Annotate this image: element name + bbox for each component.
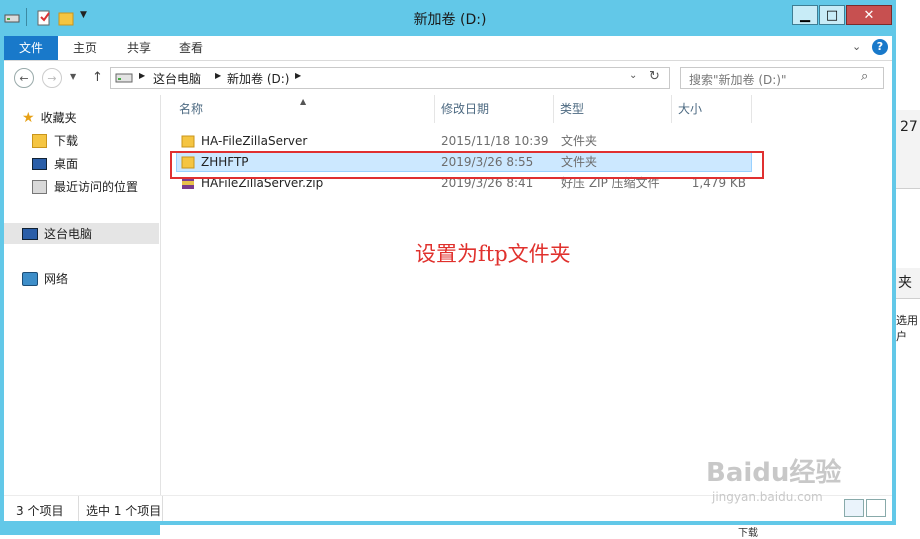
nav-desktop[interactable]: 桌面	[32, 154, 78, 174]
new-folder-icon[interactable]	[58, 9, 74, 27]
quick-access-dropdown-icon[interactable]: ▼	[80, 10, 87, 20]
up-button[interactable]: ↑	[92, 70, 103, 85]
column-header-date[interactable]: 修改日期	[435, 95, 554, 123]
ribbon-tabs: 文件 主页 共享 查看 ⌄ ?	[4, 36, 892, 61]
background-text: 夹	[896, 268, 920, 299]
help-icon[interactable]: ?	[872, 39, 888, 55]
background-window: 27 夹 选用户	[896, 0, 920, 535]
file-row[interactable]: HA-FileZillaServer 2015/11/18 10:39 文件夹	[176, 131, 752, 151]
zip-archive-icon	[181, 176, 195, 196]
watermark-logo: Baidu经验	[706, 458, 842, 488]
column-header-name[interactable]: 名称	[173, 95, 435, 123]
drive-icon	[115, 72, 133, 87]
address-row: ← → ▼ ↑ ▶ 这台电脑 ▶ 新加卷 (D:) ▶ ⌄ ↻ 搜索"新加卷 (…	[4, 61, 892, 95]
background-text: 选用户	[896, 314, 918, 343]
selected-count: 选中 1 个项目	[86, 504, 162, 518]
forward-button[interactable]: →	[42, 68, 62, 88]
background-text: 27	[896, 110, 920, 145]
highlight-box	[170, 151, 764, 179]
search-input[interactable]: 搜索"新加卷 (D:)" ⌕	[680, 67, 884, 89]
recent-places-icon	[32, 180, 47, 194]
star-icon: ★	[22, 110, 35, 126]
breadcrumb-separator-icon[interactable]: ▶	[139, 71, 145, 80]
file-type: 文件夹	[561, 134, 598, 148]
address-dropdown-icon[interactable]: ⌄	[629, 70, 637, 81]
refresh-icon[interactable]: ↻	[649, 69, 660, 84]
background-text: 下载	[738, 528, 758, 539]
annotation-text: 设置为ftp文件夹	[415, 242, 571, 266]
window-title: 新加卷 (D:)	[413, 12, 487, 28]
breadcrumb-drive[interactable]: 新加卷 (D:)	[227, 70, 289, 87]
item-count: 3 个项目	[16, 504, 64, 518]
nav-recent-places[interactable]: 最近访问的位置	[32, 177, 138, 197]
expand-ribbon-icon[interactable]: ⌄	[852, 40, 861, 53]
minimize-button[interactable]: ▁	[792, 5, 818, 25]
drive-icon[interactable]	[4, 9, 20, 27]
search-placeholder: 搜索"新加卷 (D:)"	[689, 73, 787, 87]
desktop-icon	[32, 158, 47, 170]
maximize-button[interactable]: □	[819, 5, 845, 25]
network-icon	[22, 272, 38, 286]
breadcrumb-this-pc[interactable]: 这台电脑	[153, 70, 201, 87]
column-header-size[interactable]: 大小	[672, 95, 752, 123]
navigation-pane: ★ 收藏夹 下载 桌面 最近访问的位置 这台电脑 网络	[4, 95, 161, 495]
nav-downloads[interactable]: 下载	[32, 131, 78, 151]
recent-locations-icon[interactable]: ▼	[70, 72, 76, 81]
title-bar: ▼ 新加卷 (D:) ▁ □ ✕	[0, 0, 896, 36]
nav-this-pc[interactable]: 这台电脑	[4, 223, 159, 244]
file-date: 2015/11/18 10:39	[441, 134, 549, 148]
tab-share[interactable]: 共享	[114, 36, 164, 60]
back-button[interactable]: ←	[14, 68, 34, 88]
nav-favorites[interactable]: ★ 收藏夹	[22, 108, 77, 128]
details-view-icon[interactable]	[844, 499, 864, 517]
file-name: HA-FileZillaServer	[201, 134, 308, 148]
address-bar[interactable]: ▶ 这台电脑 ▶ 新加卷 (D:) ▶ ⌄ ↻	[110, 67, 670, 89]
tab-home[interactable]: 主页	[60, 36, 110, 60]
search-icon[interactable]: ⌕	[861, 69, 868, 84]
breadcrumb-separator-icon[interactable]: ▶	[295, 71, 301, 80]
downloads-folder-icon	[32, 134, 47, 148]
breadcrumb-separator-icon[interactable]: ▶	[215, 71, 221, 80]
nav-network[interactable]: 网络	[22, 269, 68, 289]
tab-file[interactable]: 文件	[4, 36, 58, 60]
large-icons-view-icon[interactable]	[866, 499, 886, 517]
watermark-url: jingyan.baidu.com	[712, 490, 823, 504]
tab-view[interactable]: 查看	[166, 36, 216, 60]
close-button[interactable]: ✕	[846, 5, 892, 25]
column-header-type[interactable]: 类型	[554, 95, 672, 123]
properties-icon[interactable]	[36, 9, 52, 27]
computer-icon	[22, 227, 38, 240]
